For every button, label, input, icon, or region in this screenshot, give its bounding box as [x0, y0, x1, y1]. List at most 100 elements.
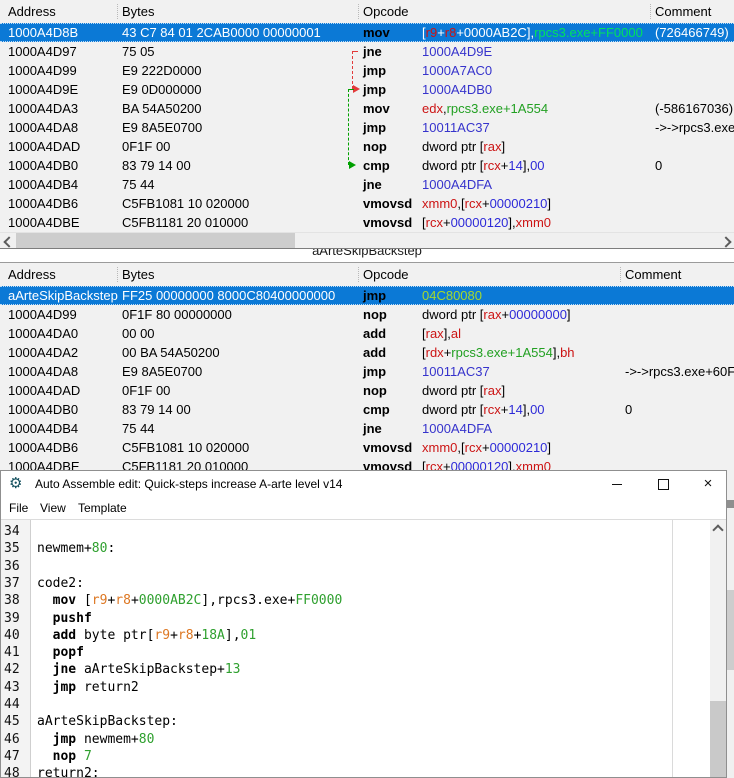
disasm-row[interactable]: 1000A4DB475 44jne1000A4DFA	[0, 419, 734, 438]
operand-cell: [rdx+rpcs3.exe+1A554],bh	[422, 343, 575, 362]
address-cell: 1000A4DB4	[8, 175, 78, 194]
editor-line[interactable]: 36	[1, 558, 726, 575]
disasm-row[interactable]: 1000A4DB475 44jne1000A4DFA	[0, 175, 734, 194]
line-number: 44	[4, 696, 20, 713]
editor-line[interactable]: 42 jne aArteSkipBackstep+13	[1, 661, 726, 678]
editor-line[interactable]: 46 jmp newmem+80	[1, 731, 726, 748]
disasm-row[interactable]: 1000A4D9EE9 0D000000jmp1000A4DB0	[0, 80, 734, 99]
column-separator[interactable]	[620, 267, 621, 282]
bytes-cell: 75 44	[122, 419, 155, 438]
column-header-opcode: Opcode	[363, 263, 409, 286]
editor-line[interactable]: 44	[1, 696, 726, 713]
close-button[interactable]: ×	[692, 471, 724, 497]
scrollbar-thumb[interactable]	[710, 701, 726, 777]
editor-line[interactable]: 35newmem+80:	[1, 540, 726, 557]
menu-item-file[interactable]: File	[9, 497, 28, 519]
menu-item-view[interactable]: View	[40, 497, 66, 519]
minimize-button[interactable]	[601, 471, 633, 497]
column-separator[interactable]	[358, 267, 359, 282]
disasm-row[interactable]: 1000A4DAD0F1F 00nopdword ptr [rax]	[0, 137, 734, 156]
operand-token: rcx	[483, 402, 500, 417]
maximize-button[interactable]	[647, 471, 679, 497]
code-token: 0000AB2C	[139, 593, 202, 608]
editor-line[interactable]: 43 jmp return2	[1, 679, 726, 696]
disasm-row[interactable]: 1000A4DB6C5FB1081 10 020000vmovsdxmm0,[r…	[0, 438, 734, 457]
operand-token: ],	[444, 326, 451, 341]
disasm-row[interactable]: 1000A4DA3BA 54A50200movedx,rpcs3.exe+1A5…	[0, 99, 734, 118]
bytes-cell: E9 8A5E0700	[122, 362, 202, 381]
column-separator[interactable]	[117, 4, 118, 19]
code-token	[37, 628, 53, 643]
scroll-up-button[interactable]	[710, 520, 726, 537]
disasm-row[interactable]: 1000A4D9775 05jne1000A4D9E	[0, 42, 734, 61]
column-header-opcode: Opcode	[363, 0, 409, 23]
chevron-up-icon	[712, 524, 723, 535]
address-cell: 1000A4DB0	[8, 156, 78, 175]
code-token: return2	[76, 680, 139, 695]
disasm-row[interactable]: aArteSkipBackstepFF25 00000000 8000C8040…	[0, 286, 734, 305]
scroll-right-button[interactable]	[719, 233, 734, 249]
disasm-row[interactable]: 1000A4DBEC5FB1181 20 010000vmovsd[rcx+00…	[0, 213, 734, 232]
editor-line[interactable]: 48return2:	[1, 765, 726, 777]
operand-cell: xmm0,[rcx+00000210]	[422, 438, 551, 457]
disasm-row[interactable]: 1000A4DA200 BA 54A50200add[rdx+rpcs3.exe…	[0, 343, 734, 362]
operand-cell: dword ptr [rax+00000000]	[422, 305, 571, 324]
chevron-left-icon	[3, 236, 14, 247]
disasm-row[interactable]: 1000A4DAD0F1F 00nopdword ptr [rax]	[0, 381, 734, 400]
editor-line[interactable]: 45aArteSkipBackstep:	[1, 713, 726, 730]
disasm-row[interactable]: 1000A4D8B43 C7 84 01 2CAB0000 00000001mo…	[0, 23, 734, 42]
operand-cell: [rax],al	[422, 324, 461, 343]
operand-cell: 1000A7AC0	[422, 61, 492, 80]
code-token: 80	[92, 541, 108, 556]
editor-line[interactable]: 40 add byte ptr[r9+r8+18A],01	[1, 627, 726, 644]
opcode-cell: mov	[363, 99, 390, 118]
operand-token: 00000120	[451, 215, 509, 230]
operand-token: 1000A4D9E	[422, 44, 492, 59]
background-window-edge	[727, 470, 734, 778]
code-token: jmp	[53, 680, 76, 695]
bytes-cell: 0F1F 80 00000000	[122, 305, 232, 324]
operand-token: 00	[530, 158, 544, 173]
code-token: newmem+	[76, 732, 139, 747]
editor-line[interactable]: 47 nop 7	[1, 748, 726, 765]
operand-cell: [rcx+00000120],xmm0	[422, 213, 551, 232]
column-separator[interactable]	[358, 4, 359, 19]
disasm-row[interactable]: 1000A4D990F1F 80 00000000nopdword ptr [r…	[0, 305, 734, 324]
horizontal-scrollbar[interactable]	[0, 232, 734, 249]
jump-arrow-line	[348, 89, 349, 165]
column-separator[interactable]	[117, 267, 118, 282]
jump-arrow-origin	[352, 51, 358, 52]
operand-token: xmm0	[516, 215, 551, 230]
vertical-scrollbar[interactable]	[710, 520, 726, 777]
editor-line[interactable]: 38 mov [r9+r8+0000AB2C],rpcs3.exe+FF0000	[1, 592, 726, 609]
operand-cell: dword ptr [rax]	[422, 137, 505, 156]
editor-line[interactable]: 41 popf	[1, 644, 726, 661]
disasm-row[interactable]: 1000A4DA000 00add[rax],al	[0, 324, 734, 343]
operand-cell: 1000A4DB0	[422, 80, 492, 99]
line-code: popf	[37, 644, 84, 661]
comment-cell: ->->rpcs3.exe+60F	[625, 362, 734, 381]
scrollbar-thumb[interactable]	[16, 233, 295, 249]
scroll-left-button[interactable]	[0, 233, 15, 249]
column-separator[interactable]	[650, 4, 651, 19]
code-token: 01	[241, 628, 257, 643]
title-bar[interactable]: ⚙ Auto Assemble edit: Quick-steps increa…	[1, 471, 726, 497]
disasm-row[interactable]: 1000A4D99E9 222D0000jmp1000A7AC0	[0, 61, 734, 80]
operand-token: ]	[567, 307, 571, 322]
line-number: 36	[4, 558, 20, 575]
disasm-row[interactable]: 1000A4DB083 79 14 00cmpdword ptr [rcx+14…	[0, 400, 734, 419]
menu-item-template[interactable]: Template	[78, 497, 127, 519]
disasm-row[interactable]: 1000A4DA8E9 8A5E0700jmp10011AC37->->rpcs…	[0, 362, 734, 381]
disasm-row[interactable]: 1000A4DB6C5FB1081 10 020000vmovsdxmm0,[r…	[0, 194, 734, 213]
editor-line[interactable]: 34	[1, 523, 726, 540]
operand-token: 00000000	[509, 307, 567, 322]
code-token: FF0000	[295, 593, 342, 608]
operand-token: rcx	[426, 215, 443, 230]
editor-line[interactable]: 37code2:	[1, 575, 726, 592]
opcode-cell: nop	[363, 137, 387, 156]
disasm-row[interactable]: 1000A4DA8E9 8A5E0700jmp10011AC37->->rpcs…	[0, 118, 734, 137]
assembly-script-editor[interactable]: 3435newmem+80:3637code2:38 mov [r9+r8+00…	[1, 520, 726, 777]
disasm-row[interactable]: 1000A4DBEC5FB1181 20 010000vmovsd[rcx+00…	[0, 457, 734, 471]
disasm-row[interactable]: 1000A4DB083 79 14 00cmpdword ptr [rcx+14…	[0, 156, 734, 175]
editor-line[interactable]: 39 pushf	[1, 610, 726, 627]
